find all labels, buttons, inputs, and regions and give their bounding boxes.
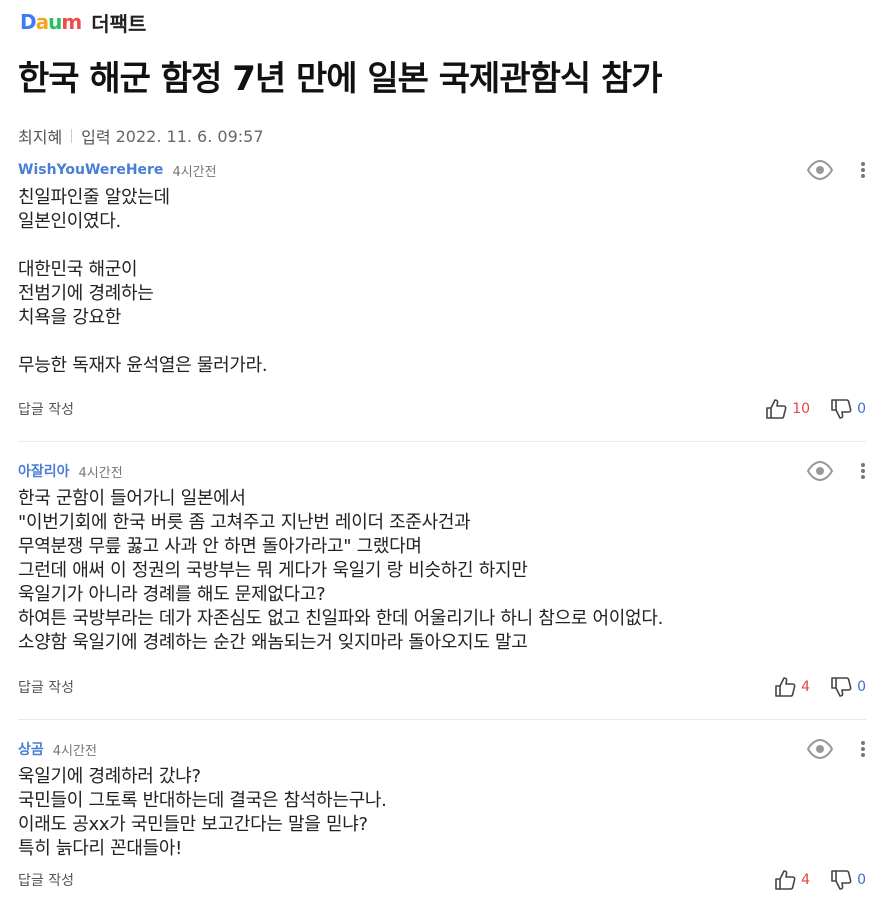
like-count: 10 — [792, 401, 811, 417]
thumbs-up-icon — [766, 399, 787, 419]
thumbs-down-icon — [831, 677, 852, 697]
thumbs-down-icon — [831, 870, 852, 890]
comment-time: 4시간전 — [172, 164, 217, 180]
reply-button[interactable]: 답글 작성 — [18, 399, 74, 419]
eye-icon[interactable] — [807, 739, 833, 759]
comment-time: 4시간전 — [52, 743, 97, 759]
article-title: 한국 해군 함정 7년 만에 일본 국제관함식 참가 — [18, 59, 663, 99]
comment-time: 4시간전 — [78, 465, 123, 481]
date-label: 입력 — [81, 128, 111, 147]
like-count: 4 — [801, 679, 811, 695]
comment-author[interactable]: 상곰 — [18, 739, 44, 759]
dislike-count: 0 — [857, 401, 866, 417]
author-name: 최지혜 — [18, 128, 63, 147]
more-options-icon[interactable] — [860, 462, 866, 480]
reply-button[interactable]: 답글 작성 — [18, 677, 74, 697]
like-count: 4 — [801, 872, 811, 888]
comment-item: 아잘리아 4시간전 한국 군함이 들어가니 일본에서 "이번기회에 한국 버릇 … — [18, 461, 866, 720]
thumbs-up-icon — [775, 677, 796, 697]
press-name[interactable]: 더팩트 — [91, 8, 146, 37]
dislike-button[interactable]: 0 — [830, 676, 866, 698]
dislike-count: 0 — [857, 872, 866, 888]
top-bar: Daum 더팩트 — [20, 6, 146, 38]
comment-body: 친일파인줄 알았는데 일본인이였다. 대한민국 해군이 전범기에 경례하는 치욕… — [18, 187, 268, 376]
comment-item: 상곰 4시간전 욱일기에 경례하러 갔냐? 국민들이 그토록 반대하는데 결국은… — [18, 739, 866, 912]
comment-author[interactable]: WishYouWereHere — [18, 162, 163, 178]
eye-icon[interactable] — [807, 160, 833, 180]
thumbs-down-icon — [831, 399, 852, 419]
article-meta: 최지혜 입력 2022. 11. 6. 09:57 — [18, 124, 264, 148]
comment-body: 욱일기에 경례하러 갔냐? 국민들이 그토록 반대하는데 결국은 참석하는구나.… — [18, 766, 387, 859]
dislike-button[interactable]: 0 — [830, 398, 866, 420]
dislike-count: 0 — [857, 679, 866, 695]
divider — [71, 129, 73, 143]
daum-logo[interactable]: Daum — [20, 10, 82, 34]
like-button[interactable]: 4 — [774, 676, 810, 698]
reply-button[interactable]: 답글 작성 — [18, 870, 74, 890]
published-date: 2022. 11. 6. 09:57 — [115, 126, 264, 146]
dislike-button[interactable]: 0 — [830, 869, 866, 891]
more-options-icon[interactable] — [860, 161, 866, 179]
eye-icon[interactable] — [807, 461, 833, 481]
comment-body: 한국 군함이 들어가니 일본에서 "이번기회에 한국 버릇 좀 고쳐주고 지난번… — [18, 488, 663, 653]
like-button[interactable]: 4 — [774, 869, 810, 891]
comment-author[interactable]: 아잘리아 — [18, 461, 70, 481]
like-button[interactable]: 10 — [765, 398, 810, 420]
comment-item: WishYouWereHere 4시간전 친일파인줄 알았는데 일본인이였다. … — [18, 160, 866, 442]
thumbs-up-icon — [775, 870, 796, 890]
more-options-icon[interactable] — [860, 740, 866, 758]
